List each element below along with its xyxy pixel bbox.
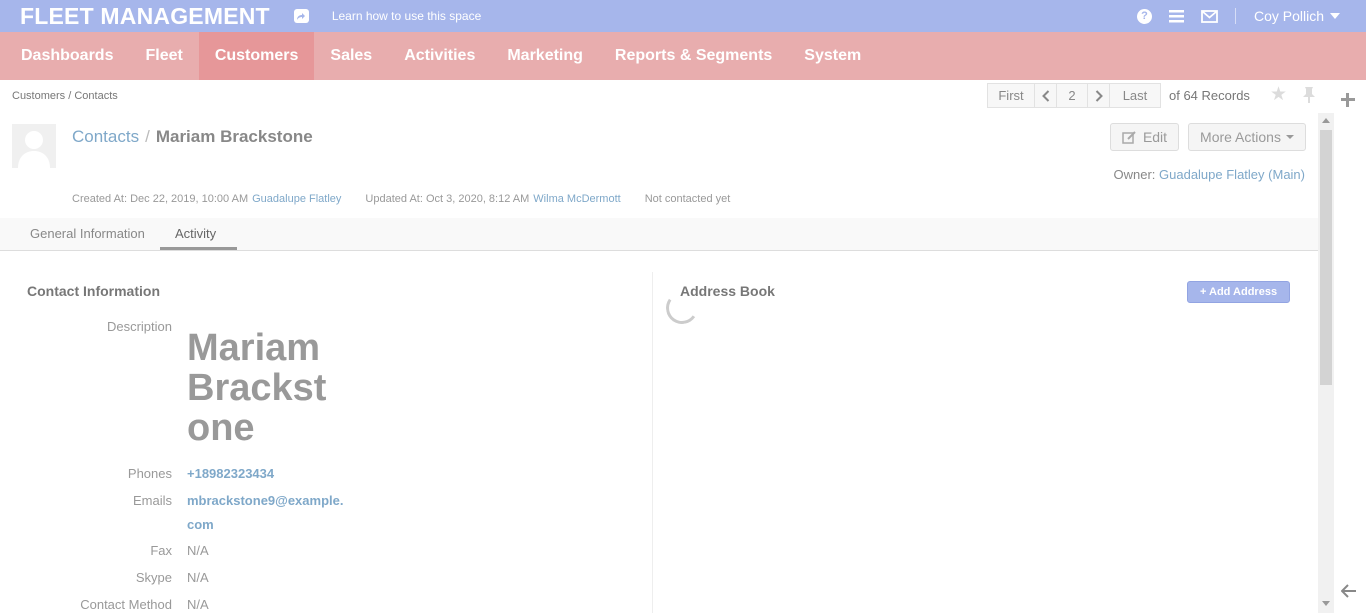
nav-fleet[interactable]: Fleet (129, 32, 198, 80)
main-navigation: Dashboards Fleet Customers Sales Activit… (0, 32, 1366, 80)
caret-down-icon (1285, 135, 1294, 139)
menu-list-icon[interactable] (1168, 9, 1184, 23)
nav-customers[interactable]: Customers (198, 32, 315, 80)
chevron-down-icon[interactable] (1330, 13, 1340, 19)
top-right-tools: ? Coy Pollich (1136, 0, 1366, 32)
fax-label: Fax (150, 543, 172, 558)
active-tab-indicator (160, 247, 237, 250)
chevron-left-icon (1041, 89, 1049, 102)
email-link-continued[interactable]: com (187, 517, 214, 532)
page-title: Contacts / Mariam Brackstone (72, 127, 313, 147)
updated-by-link[interactable]: Wilma McDermott (533, 193, 620, 205)
email-link[interactable]: mbrackstone9@example. (187, 493, 343, 508)
contact-information-title: Contact Information (27, 283, 160, 299)
star-icon[interactable]: ★ (1270, 85, 1287, 104)
nav-marketing[interactable]: Marketing (491, 32, 599, 80)
contact-method-label: Contact Method (80, 597, 172, 612)
top-header: FLEET MANAGEMENT Learn how to use this s… (0, 0, 1366, 32)
learn-how-link[interactable]: Learn how to use this space (332, 9, 481, 23)
column-divider (652, 272, 653, 613)
created-by-link[interactable]: Guadalupe Flatley (252, 193, 341, 205)
owner-info: Owner: Guadalupe Flatley (Main) (1113, 167, 1305, 182)
nav-sales[interactable]: Sales (314, 32, 388, 80)
created-at: Created At: Dec 22, 2019, 10:00 AM (72, 193, 249, 205)
description-label: Description (106, 319, 172, 334)
add-address-button[interactable]: + Add Address (1187, 281, 1290, 303)
skype-label: Skype (135, 570, 172, 585)
scroll-down-arrow-icon[interactable] (1322, 601, 1330, 606)
nav-system[interactable]: System (788, 32, 877, 80)
emails-label: Emails (132, 493, 172, 508)
scroll-up-arrow-icon[interactable] (1322, 118, 1330, 123)
edit-button[interactable]: Edit (1110, 123, 1179, 151)
pin-icon[interactable] (1302, 86, 1316, 109)
tab-general-information[interactable]: General Information (30, 226, 145, 241)
header-divider (1234, 8, 1236, 24)
more-actions-button[interactable]: More Actions (1188, 123, 1306, 151)
pager-first-button[interactable]: First (988, 84, 1035, 107)
owner-link[interactable]: Guadalupe Flatley (1159, 167, 1265, 182)
nav-dashboards[interactable]: Dashboards (0, 32, 129, 80)
page-title-section-link[interactable]: Contacts (72, 127, 139, 146)
share-icon[interactable] (293, 9, 309, 23)
pager-next-button[interactable] (1088, 84, 1110, 107)
mail-icon[interactable] (1201, 9, 1218, 23)
fax-value: N/A (187, 543, 209, 558)
owner-business-unit-link[interactable]: (Main) (1268, 167, 1305, 182)
scrollbar-thumb[interactable] (1320, 130, 1332, 385)
phones-label: Phones (127, 466, 172, 481)
tab-activity[interactable]: Activity (175, 226, 216, 241)
back-arrow-icon[interactable] (1340, 583, 1357, 601)
contact-status: Not contacted yet (644, 193, 731, 205)
nav-activities[interactable]: Activities (388, 32, 491, 80)
chevron-right-icon (1095, 89, 1103, 102)
pager-last-button[interactable]: Last (1110, 84, 1160, 107)
edit-button-label: Edit (1142, 129, 1168, 145)
description-value: Mariam Brackstone (187, 327, 327, 449)
owner-label: Owner: (1113, 167, 1156, 182)
records-count: of 64 Records (1169, 88, 1250, 103)
contact-method-value: N/A (187, 597, 209, 612)
nav-reports-segments[interactable]: Reports & Segments (599, 32, 788, 80)
app-title[interactable]: FLEET MANAGEMENT (20, 3, 270, 30)
phone-link[interactable]: +18982323434 (187, 466, 274, 481)
page-title-separator: / (145, 127, 150, 146)
updated-at: Updated At: Oct 3, 2020, 8:12 AM (365, 193, 530, 205)
pager-current-page[interactable]: 2 (1057, 84, 1088, 107)
avatar (12, 124, 56, 168)
record-pager: First 2 Last (987, 83, 1161, 108)
skype-value: N/A (187, 570, 209, 585)
help-icon[interactable]: ? (1136, 8, 1152, 24)
pager-prev-button[interactable] (1035, 84, 1057, 107)
edit-icon (1122, 130, 1136, 144)
breadcrumb: Customers / Contacts (12, 90, 118, 102)
user-menu[interactable]: Coy Pollich (1254, 8, 1324, 24)
record-meta: Created At: Dec 22, 2019, 10:00 AM Guada… (72, 193, 730, 205)
more-actions-label: More Actions (1200, 129, 1281, 145)
page-title-name: Mariam Brackstone (155, 127, 313, 146)
plus-icon[interactable] (1341, 93, 1355, 107)
